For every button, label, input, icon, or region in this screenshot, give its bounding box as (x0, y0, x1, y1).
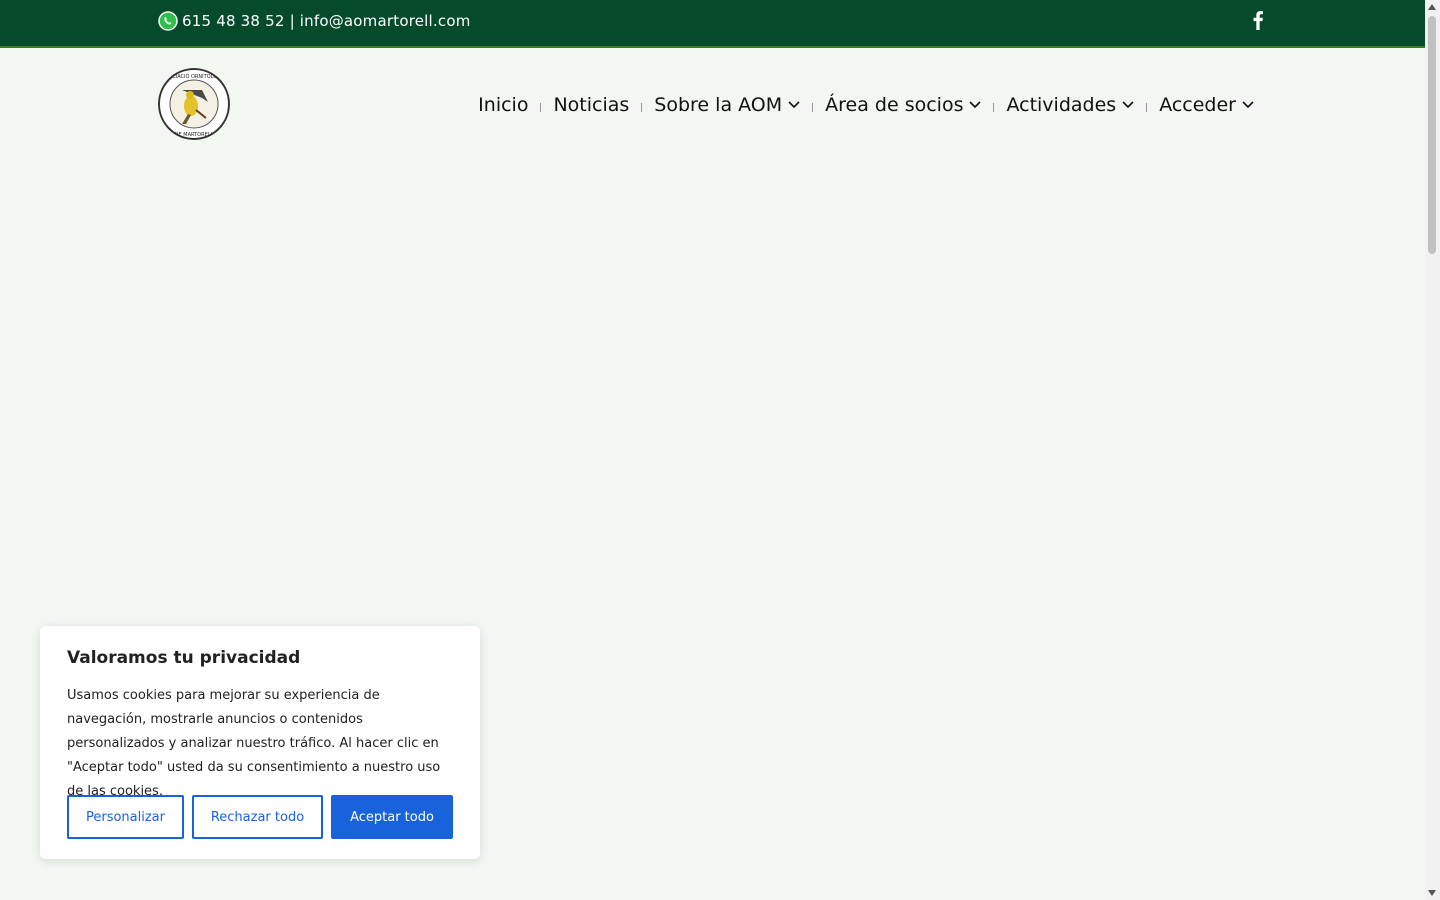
cookie-consent-banner: Valoramos tu privacidad Usamos cookies p… (40, 626, 480, 859)
chevron-down-icon[interactable] (1242, 101, 1254, 109)
nav-item-acceder[interactable]: Acceder (1159, 94, 1254, 116)
scroll-down-arrow[interactable] (1428, 890, 1436, 896)
nav-item-sobre-la-aom[interactable]: Sobre la AOM (654, 94, 800, 116)
nav-separator (993, 102, 995, 112)
svg-text:DE MARTORELL: DE MARTORELL (175, 132, 214, 138)
cookie-description: Usamos cookies para mejorar su experienc… (67, 688, 441, 799)
nav-separator (540, 102, 542, 112)
whatsapp-icon[interactable] (158, 11, 178, 31)
nav-item-inicio[interactable]: Inicio (478, 94, 528, 116)
nav-label[interactable]: Actividades (1006, 94, 1116, 116)
reject-all-button[interactable]: Rechazar todo (192, 795, 323, 839)
chevron-down-icon[interactable] (1122, 101, 1134, 109)
nav-separator (1146, 102, 1148, 112)
nav-item-actividades[interactable]: Actividades (1006, 94, 1134, 116)
nav-item-noticias[interactable]: Noticias (553, 94, 629, 116)
contact-info: 615 48 38 52 | info@aomartorell.com (158, 11, 471, 31)
scroll-up-arrow[interactable] (1428, 4, 1436, 10)
chevron-down-icon[interactable] (788, 101, 800, 109)
top-bar: 615 48 38 52 | info@aomartorell.com (0, 0, 1425, 48)
nav-label[interactable]: Acceder (1159, 94, 1236, 116)
nav-label[interactable]: Sobre la AOM (654, 94, 782, 116)
scrollbar-thumb[interactable] (1428, 16, 1436, 254)
nav-label[interactable]: Noticias (553, 94, 629, 116)
page-scrollbar[interactable] (1425, 0, 1440, 900)
nav-item-area-de-socios[interactable]: Área de socios (825, 94, 982, 116)
cookie-title: Valoramos tu privacidad (67, 648, 301, 668)
nav-label[interactable]: Área de socios (825, 94, 963, 116)
nav-separator (812, 102, 814, 112)
contact-text[interactable]: 615 48 38 52 | info@aomartorell.com (182, 12, 471, 30)
nav-separator (641, 102, 643, 112)
customize-button[interactable]: Personalizar (67, 795, 184, 839)
accept-all-button[interactable]: Aceptar todo (331, 795, 453, 839)
cookie-buttons: Personalizar Rechazar todo Aceptar todo (67, 795, 453, 839)
site-logo[interactable]: ASSOCIACIÓ ORNITOLÒGICA DE MARTORELL (158, 68, 230, 140)
chevron-down-icon[interactable] (969, 101, 982, 109)
nav-label[interactable]: Inicio (478, 94, 528, 116)
svg-text:ASSOCIACIÓ ORNITOLÒGICA: ASSOCIACIÓ ORNITOLÒGICA (159, 73, 230, 80)
main-nav: Inicio Noticias Sobre la AOM Área de soc… (478, 90, 1254, 120)
facebook-icon[interactable] (1251, 10, 1265, 30)
